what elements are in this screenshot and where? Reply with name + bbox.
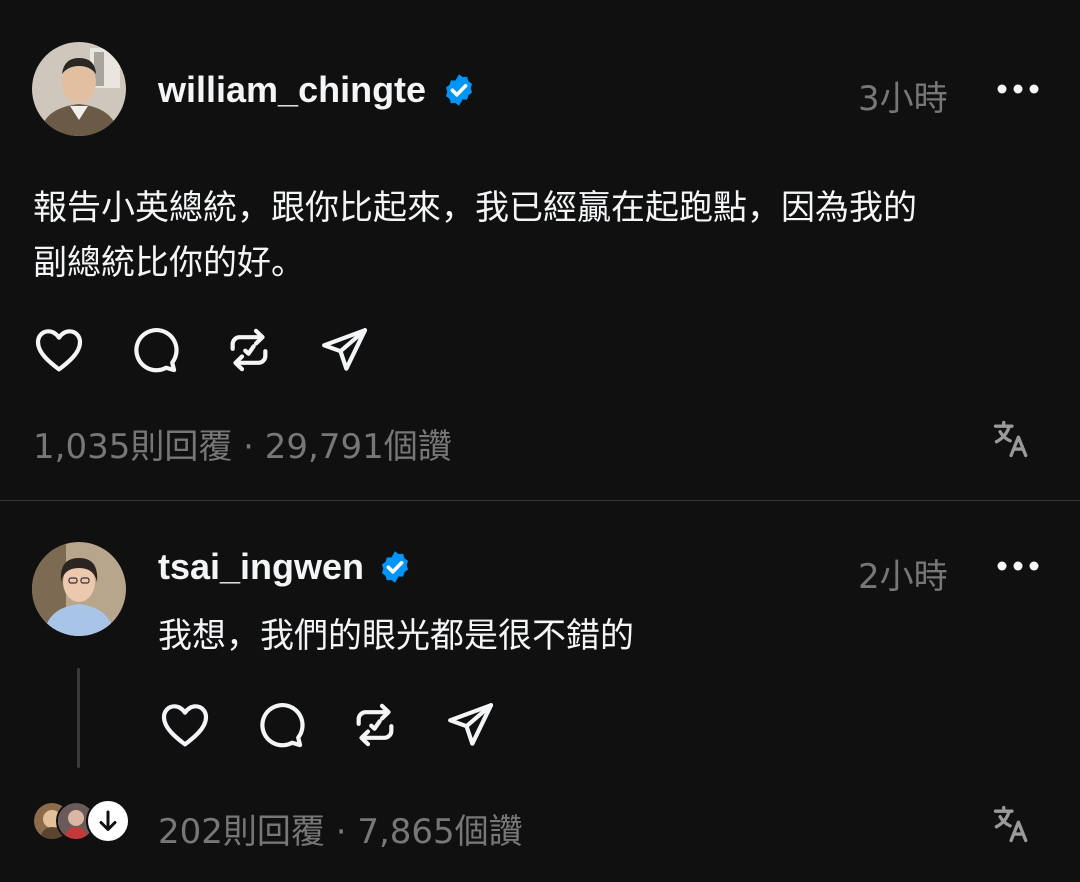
repost-button[interactable]	[347, 697, 403, 753]
post-text-line: 副總統比你的好。	[33, 243, 305, 283]
avatar[interactable]	[32, 42, 126, 136]
thread-line	[77, 668, 80, 768]
translate-icon[interactable]	[990, 802, 1034, 846]
post-stats[interactable]: 202則回覆 · 7,865個讚	[158, 804, 523, 853]
repost-icon	[230, 328, 268, 372]
repost-button[interactable]	[221, 322, 277, 378]
comment-icon	[134, 327, 179, 373]
post-text-line: 報告小英總統，跟你比起來，我已經贏在起跑點，因為我的	[33, 188, 917, 228]
share-icon	[448, 703, 494, 746]
verified-badge-icon	[377, 549, 413, 585]
heart-icon	[161, 704, 209, 747]
like-button[interactable]	[157, 697, 213, 753]
more-icon[interactable]	[996, 81, 1040, 97]
repost-icon	[356, 703, 394, 747]
post-text-line: 我想，我們的眼光都是很不錯的	[158, 616, 634, 656]
post-time: 3小時	[858, 79, 948, 119]
post-time: 2小時	[858, 557, 948, 597]
share-icon	[322, 328, 368, 371]
username[interactable]: william_chingte	[158, 69, 426, 111]
more-icon[interactable]	[996, 558, 1040, 574]
like-button[interactable]	[31, 322, 87, 378]
username[interactable]: tsai_ingwen	[158, 546, 364, 588]
post-divider	[0, 500, 1080, 501]
share-button[interactable]	[442, 697, 498, 753]
comment-button[interactable]	[252, 697, 308, 753]
heart-icon	[35, 329, 83, 372]
verified-badge-icon	[441, 72, 477, 108]
comment-icon	[260, 702, 305, 748]
arrow-down-icon[interactable]	[86, 799, 130, 843]
translate-icon[interactable]	[990, 417, 1034, 461]
post-stats[interactable]: 1,035則回覆 · 29,791個讚	[33, 419, 452, 468]
avatar[interactable]	[32, 542, 126, 636]
comment-button[interactable]	[126, 322, 182, 378]
share-button[interactable]	[316, 322, 372, 378]
